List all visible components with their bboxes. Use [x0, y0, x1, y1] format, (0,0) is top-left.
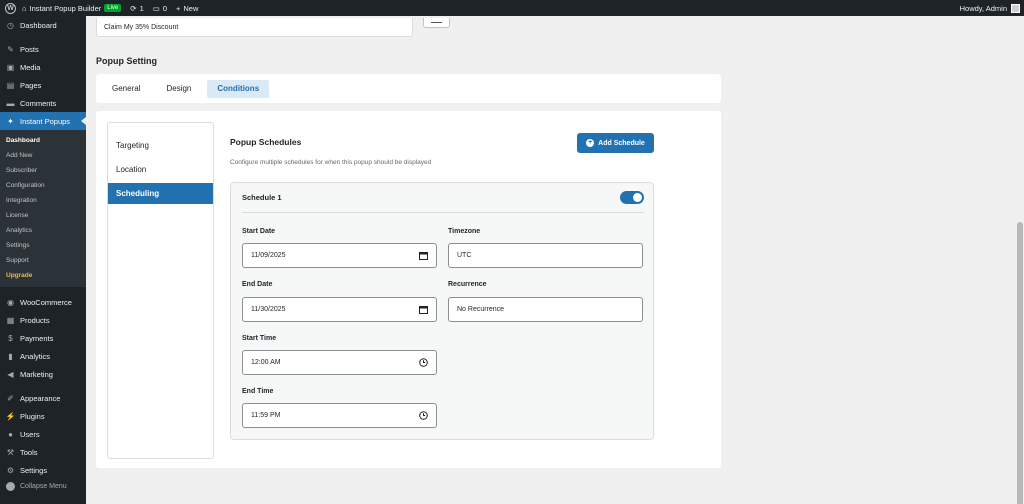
live-badge: Live [104, 4, 122, 12]
nav-location[interactable]: Location [108, 159, 213, 180]
appearance-icon: ✐ [7, 393, 14, 403]
schedule-header: Schedule 1 [242, 183, 644, 213]
menu-plugins[interactable]: ⚡ Plugins [0, 407, 86, 425]
updates-icon: ⟳ [130, 3, 137, 13]
analytics-icon: ▮ [8, 351, 13, 361]
recurrence-label: Recurrence [448, 281, 487, 288]
schedule-card: Schedule 1 Start Date 11/09/2025 Timezon… [230, 182, 654, 440]
panel-title: Popup Schedules [230, 137, 302, 147]
recurrence-select[interactable]: No Recurrence [448, 297, 643, 322]
submenu-settings[interactable]: Settings [0, 238, 86, 253]
submenu-integration[interactable]: Integration [0, 193, 86, 208]
plus-icon: + [176, 3, 181, 13]
settings-icon: ⚙ [6, 465, 15, 475]
tab-design[interactable]: Design [156, 80, 201, 98]
media-icon: ▣ [6, 62, 15, 72]
menu-comments[interactable]: ▬ Comments [0, 94, 86, 112]
updates-link[interactable]: ⟳ 1 [130, 4, 143, 13]
end-date-input[interactable]: 11/30/2025 [242, 297, 437, 322]
comments-link[interactable]: ▭ 0 [153, 4, 167, 13]
wordpress-logo-icon[interactable]: W [5, 2, 16, 14]
clock-icon[interactable] [419, 411, 428, 420]
dashboard-icon: ◷ [7, 20, 14, 30]
main-content: Claim My 35% Discount Popup Setting Gene… [86, 16, 1024, 504]
site-name-link[interactable]: ⌂ Instant Popup Builder Live [22, 3, 122, 13]
scrollbar-thumb[interactable] [1017, 222, 1023, 504]
comment-icon: ▭ [152, 3, 160, 13]
calendar-icon[interactable] [419, 251, 428, 260]
new-content-link[interactable]: + New [176, 4, 198, 13]
end-time-input[interactable]: 11:59 PM [242, 403, 437, 428]
menu-settings[interactable]: ⚙ Settings [0, 461, 86, 479]
woocommerce-icon: ◉ [7, 297, 14, 307]
payments-icon: $ [8, 333, 13, 343]
menu-instant-popups[interactable]: ✦ Instant Popups [0, 112, 86, 130]
nav-scheduling[interactable]: Scheduling [108, 183, 213, 204]
timezone-label: Timezone [448, 228, 481, 235]
conditions-card: Targeting Location Scheduling Popup Sche… [96, 111, 721, 468]
submenu-add-new[interactable]: Add New [0, 148, 86, 163]
submenu-dashboard[interactable]: Dashboard [0, 133, 86, 148]
menu-toggle-button[interactable] [423, 18, 450, 28]
menu-pages[interactable]: ▤ Pages [0, 76, 86, 94]
plus-circle-icon: + [586, 139, 595, 147]
avatar [1011, 3, 1020, 13]
calendar-icon[interactable] [419, 305, 428, 314]
admin-sidebar: ◷ Dashboard ✎ Posts ▣ Media ▤ Pages ▬ Comment… [0, 16, 86, 504]
schedule-name: Schedule 1 [242, 193, 282, 202]
tools-icon: ⚒ [6, 447, 15, 457]
section-title: Popup Setting [96, 56, 157, 66]
comments-icon: ▬ [6, 98, 15, 108]
menu-analytics[interactable]: ▮ Analytics [0, 347, 86, 365]
scheduling-panel: Popup Schedules Configure multiple sched… [230, 111, 670, 468]
panel-description: Configure multiple schedules for when th… [230, 159, 432, 166]
submenu-support[interactable]: Support [0, 253, 86, 268]
end-date-label: End Date [242, 281, 273, 288]
users-icon: ● [8, 429, 13, 439]
submenu-configuration[interactable]: Configuration [0, 178, 86, 193]
submenu-subscriber[interactable]: Subscriber [0, 163, 86, 178]
submenu-analytics[interactable]: Analytics [0, 223, 86, 238]
account-menu[interactable]: Howdy, Admin [960, 0, 1020, 16]
menu-media[interactable]: ▣ Media [0, 58, 86, 76]
tab-conditions[interactable]: Conditions [207, 79, 270, 98]
menu-tools[interactable]: ⚒ Tools [0, 443, 86, 461]
pages-icon: ▤ [6, 80, 15, 90]
submenu-license[interactable]: License [0, 208, 86, 223]
home-icon: ⌂ [22, 3, 27, 13]
plugins-icon: ⚡ [5, 411, 16, 421]
menu-woocommerce[interactable]: ◉ WooCommerce [0, 293, 86, 311]
pin-icon: ✎ [7, 44, 14, 54]
admin-bar: W ⌂ Instant Popup Builder Live ⟳ 1 ▭ 0 +… [0, 0, 1024, 16]
start-time-label: Start Time [242, 335, 277, 342]
conditions-side-nav: Targeting Location Scheduling [107, 122, 214, 459]
menu-users[interactable]: ● Users [0, 425, 86, 443]
nav-targeting[interactable]: Targeting [108, 135, 213, 156]
discount-text-field[interactable]: Claim My 35% Discount [96, 18, 413, 37]
instant-popups-submenu: Dashboard Add New Subscriber Configurati… [0, 130, 86, 287]
megaphone-icon: ◀ [7, 369, 14, 379]
menu-posts[interactable]: ✎ Posts [0, 40, 86, 58]
collapse-icon [6, 482, 15, 491]
menu-appearance[interactable]: ✐ Appearance [0, 389, 86, 407]
end-time-label: End Time [242, 388, 274, 395]
clock-icon[interactable] [419, 358, 428, 367]
timezone-select[interactable]: UTC [448, 243, 643, 268]
popup-icon: ✦ [7, 116, 14, 126]
products-icon: ▦ [6, 315, 15, 325]
submenu-upgrade[interactable]: Upgrade [0, 268, 86, 283]
start-date-input[interactable]: 11/09/2025 [242, 243, 437, 268]
settings-tabs: General Design Conditions [96, 74, 721, 103]
menu-payments[interactable]: $ Payments [0, 329, 86, 347]
add-schedule-button[interactable]: + Add Schedule [577, 133, 654, 153]
menu-dashboard[interactable]: ◷ Dashboard [0, 16, 86, 34]
collapse-menu-button[interactable]: Collapse Menu [0, 482, 67, 491]
start-time-input[interactable]: 12:00 AM [242, 350, 437, 375]
menu-products[interactable]: ▦ Products [0, 311, 86, 329]
schedule-enabled-toggle[interactable] [620, 191, 644, 204]
menu-marketing[interactable]: ◀ Marketing [0, 365, 86, 383]
tab-general[interactable]: General [102, 80, 150, 98]
start-date-label: Start Date [242, 228, 276, 235]
page-scrollbar[interactable] [1016, 16, 1024, 504]
